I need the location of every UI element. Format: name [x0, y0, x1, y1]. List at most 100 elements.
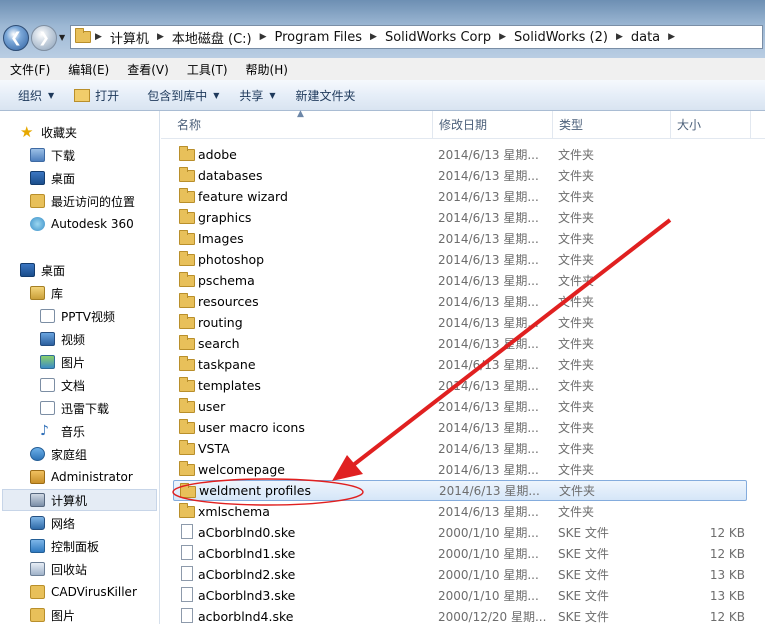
folder-icon [179, 188, 195, 203]
folder-row[interactable]: weldment profiles 2014/6/13 星期... 文件夹 [173, 480, 747, 501]
folder-icon [179, 251, 195, 266]
file-name: photoshop [198, 252, 265, 267]
nav-videos[interactable]: 视频 [40, 328, 85, 350]
back-button[interactable]: ❮ [3, 25, 29, 51]
address-box[interactable]: ▶ 计算机 ▶ 本地磁盘 (C:) ▶ Program Files ▶ Soli… [70, 25, 763, 49]
folder-row[interactable]: templates 2014/6/13 星期... 文件夹 [173, 375, 747, 396]
file-name: user [198, 399, 226, 414]
nav-downloads[interactable]: 下载 [30, 144, 75, 166]
chevron-right-icon[interactable]: ▶ [91, 32, 106, 42]
nav-libraries[interactable]: 库 [30, 282, 63, 304]
folder-icon [179, 335, 195, 350]
menu-help[interactable]: 帮助(H) [236, 61, 296, 78]
folder-row[interactable]: pschema 2014/6/13 星期... 文件夹 [173, 270, 747, 291]
breadcrumb-local-disk[interactable]: 本地磁盘 (C:) [168, 28, 256, 47]
column-name[interactable]: 名称 [171, 111, 433, 139]
menu-tools[interactable]: 工具(T) [177, 61, 236, 78]
column-date-modified[interactable]: 修改日期 [433, 111, 553, 139]
nav-computer[interactable]: 计算机 [2, 489, 157, 511]
nav-cadviruskiller[interactable]: CADVirusKiller [30, 581, 137, 603]
nav-control-panel[interactable]: 控制面板 [30, 535, 99, 557]
file-row[interactable]: aCborblnd0.ske 2000/1/10 星期... SKE 文件 12 KB [173, 522, 747, 543]
folder-row[interactable]: databases 2014/6/13 星期... 文件夹 [173, 165, 747, 186]
share-button[interactable]: 共享 ▼ [229, 87, 285, 104]
nav-administrator[interactable]: Administrator [30, 466, 133, 488]
file-row[interactable]: aCborblnd1.ske 2000/1/10 星期... SKE 文件 12 KB [173, 543, 747, 564]
menu-edit[interactable]: 编辑(E) [58, 61, 117, 78]
folder-row[interactable]: routing 2014/6/13 星期... 文件夹 [173, 312, 747, 333]
folder-row[interactable]: user 2014/6/13 星期... 文件夹 [173, 396, 747, 417]
nav-pictures-folder[interactable]: 图片 [30, 604, 75, 624]
nav-desktop[interactable]: 桌面 [20, 259, 65, 281]
breadcrumb-data[interactable]: data [627, 30, 664, 45]
file-type: SKE 文件 [558, 547, 609, 561]
chevron-right-icon[interactable]: ▶ [664, 32, 679, 42]
file-date-modified: 2014/6/13 星期... [438, 274, 539, 288]
nav-homegroup[interactable]: 家庭组 [30, 443, 87, 465]
open-button[interactable]: 打开 [64, 87, 129, 104]
nav-pptv[interactable]: PPTV视频 [40, 305, 115, 327]
file-row[interactable]: aCborblnd2.ske 2000/1/10 星期... SKE 文件 13 KB [173, 564, 747, 585]
column-type[interactable]: 类型 [553, 111, 671, 139]
folder-row[interactable]: search 2014/6/13 星期... 文件夹 [173, 333, 747, 354]
folder-row[interactable]: feature wizard 2014/6/13 星期... 文件夹 [173, 186, 747, 207]
folder-row[interactable]: taskpane 2014/6/13 星期... 文件夹 [173, 354, 747, 375]
nav-label: 视频 [61, 332, 86, 347]
nav-pictures[interactable]: 图片 [40, 351, 85, 373]
include-in-library-button[interactable]: 包含到库中 ▼ [129, 87, 229, 104]
file-date-modified: 2014/6/13 星期... [438, 505, 539, 519]
breadcrumb-computer[interactable]: 计算机 [106, 28, 153, 47]
nav-network[interactable]: 网络 [30, 512, 75, 534]
nav-music[interactable]: ♪ 音乐 [40, 420, 85, 442]
chevron-right-icon[interactable]: ▶ [612, 32, 627, 42]
menu-file[interactable]: 文件(F) [0, 61, 58, 78]
folder-row[interactable]: adobe 2014/6/13 星期... 文件夹 [173, 144, 747, 165]
nav-xunlei[interactable]: 迅雷下载 [40, 397, 109, 419]
chevron-right-icon[interactable]: ▶ [153, 32, 168, 42]
file-date-modified: 2014/6/13 星期... [438, 358, 539, 372]
folder-row[interactable]: xmlschema 2014/6/13 星期... 文件夹 [173, 501, 747, 522]
new-folder-label: 新建文件夹 [295, 88, 356, 103]
folder-row[interactable]: VSTA 2014/6/13 星期... 文件夹 [173, 438, 747, 459]
breadcrumb-program-files[interactable]: Program Files [271, 30, 367, 45]
nav-autodesk-360[interactable]: Autodesk 360 [30, 213, 134, 235]
breadcrumb-solidworks-corp[interactable]: SolidWorks Corp [381, 30, 495, 45]
nav-documents[interactable]: 文档 [40, 374, 85, 396]
nav-recent-places[interactable]: 最近访问的位置 [30, 190, 135, 212]
file-name: routing [198, 315, 243, 330]
file-type: 文件夹 [558, 337, 595, 351]
file-name: aCborblnd0.ske [198, 525, 296, 540]
menu-view[interactable]: 查看(V) [117, 61, 177, 78]
file-name: feature wizard [198, 189, 288, 204]
chevron-right-icon[interactable]: ▶ [366, 32, 381, 42]
folder-row[interactable]: user macro icons 2014/6/13 星期... 文件夹 [173, 417, 747, 438]
file-type: 文件夹 [558, 232, 595, 246]
file-date-modified: 2014/6/13 星期... [438, 421, 539, 435]
folder-row[interactable]: welcomepage 2014/6/13 星期... 文件夹 [173, 459, 747, 480]
nav-label: 图片 [61, 355, 86, 370]
nav-recycle-bin[interactable]: 回收站 [30, 558, 87, 580]
file-row[interactable]: acborblnd4.ske 2000/12/20 星期... SKE 文件 12 K… [173, 606, 747, 624]
open-label: 打开 [95, 88, 120, 103]
nav-favorites[interactable]: ★ 收藏夹 [20, 121, 77, 143]
folder-row[interactable]: graphics 2014/6/13 星期... 文件夹 [173, 207, 747, 228]
chevron-right-icon[interactable]: ▶ [495, 32, 510, 42]
column-size[interactable]: 大小 [671, 111, 751, 139]
new-folder-button[interactable]: 新建文件夹 [286, 87, 366, 104]
folder-row[interactable]: photoshop 2014/6/13 星期... 文件夹 [173, 249, 747, 270]
file-size: 13 KB [709, 588, 745, 603]
folder-row[interactable]: resources 2014/6/13 星期... 文件夹 [173, 291, 747, 312]
video-icon [40, 332, 55, 346]
file-type: 文件夹 [558, 379, 595, 393]
file-type: 文件夹 [558, 169, 595, 183]
organize-button[interactable]: 组织 ▼ [0, 87, 64, 104]
forward-button[interactable]: ❯ [31, 25, 57, 51]
breadcrumb-solidworks[interactable]: SolidWorks (2) [510, 30, 612, 45]
file-name: aCborblnd3.ske [198, 588, 296, 603]
file-date-modified: 2014/6/13 星期... [438, 442, 539, 456]
file-row[interactable]: aCborblnd3.ske 2000/1/10 星期... SKE 文件 13 KB [173, 585, 747, 606]
folder-row[interactable]: Images 2014/6/13 星期... 文件夹 [173, 228, 747, 249]
recent-pages-dropdown[interactable]: ▼ [59, 33, 65, 42]
chevron-right-icon[interactable]: ▶ [256, 32, 271, 42]
nav-desktop-fav[interactable]: 桌面 [30, 167, 75, 189]
